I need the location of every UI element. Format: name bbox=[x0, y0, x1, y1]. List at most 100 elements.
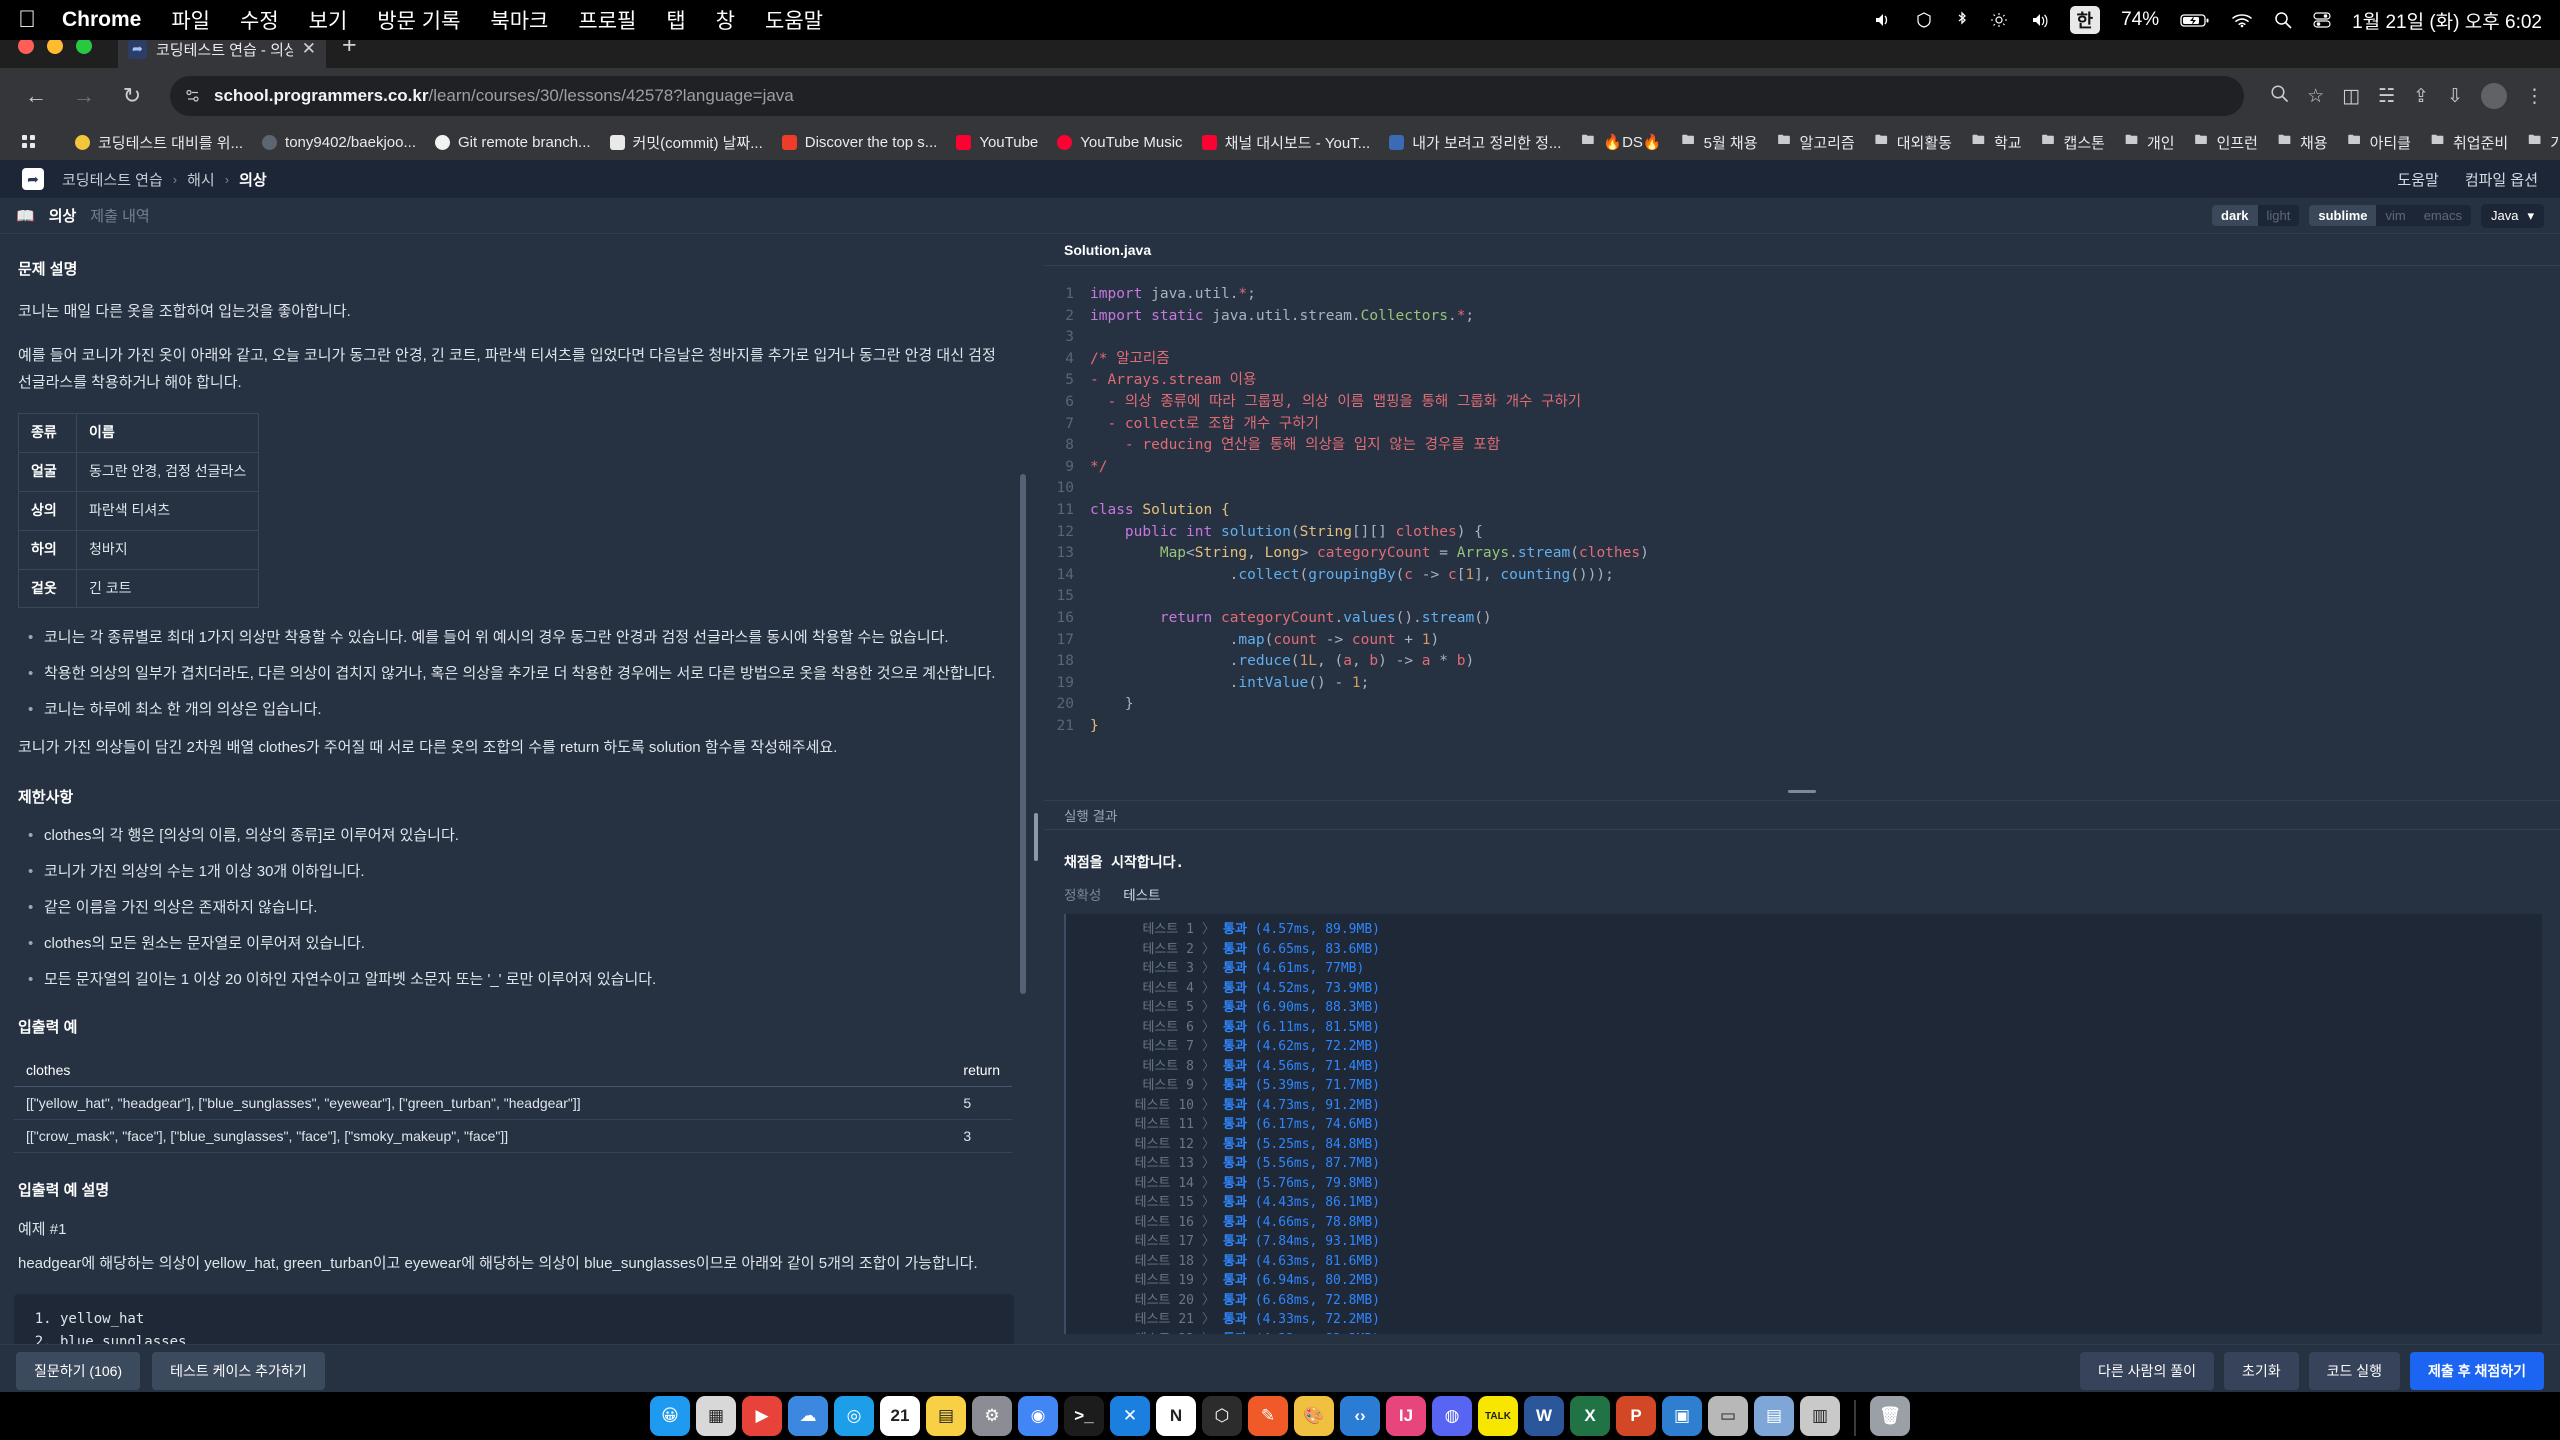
menubar-item-edit[interactable]: 수정 bbox=[240, 5, 279, 35]
omnibox-search-icon[interactable] bbox=[2270, 84, 2289, 109]
downloads-icon[interactable]: ⇩ bbox=[2447, 85, 2463, 108]
bookmark-item[interactable]: 코딩테스트 대비를 위... bbox=[65, 128, 252, 157]
language-select[interactable]: Java ▾ bbox=[2481, 203, 2544, 228]
dock-icon-notion[interactable]: N bbox=[1156, 1396, 1196, 1436]
result-tab-accuracy[interactable]: 정확성 bbox=[1064, 884, 1101, 904]
dock-icon-folder-downloads[interactable]: ▤ bbox=[1754, 1396, 1794, 1436]
breadcrumb-topic[interactable]: 해시 bbox=[187, 169, 215, 190]
tray-volume-icon[interactable] bbox=[2029, 12, 2049, 28]
dock-icon-media-player[interactable]: ▶ bbox=[742, 1396, 782, 1436]
bookmark-item[interactable]: 커밋(commit) 날짜... bbox=[600, 128, 772, 157]
minimize-window-button[interactable] bbox=[47, 38, 63, 54]
keymap-toggle-group[interactable]: sublime vim emacs bbox=[2309, 205, 2471, 226]
tab-problem[interactable]: 의상 bbox=[49, 205, 77, 226]
dock-icon-figma[interactable]: ⬡ bbox=[1202, 1396, 1242, 1436]
result-tab-test[interactable]: 테스트 bbox=[1123, 884, 1160, 904]
add-testcase-button[interactable]: 테스트 케이스 추가하기 bbox=[152, 1351, 325, 1390]
tab-close-icon[interactable]: ✕ bbox=[302, 39, 316, 59]
ime-indicator[interactable]: 한 bbox=[2069, 6, 2101, 34]
tab-submissions[interactable]: 제출 내역 bbox=[90, 205, 149, 226]
dock-icon-paint-app[interactable]: 🎨 bbox=[1294, 1396, 1334, 1436]
dock-icon-browser-safari[interactable]: ◎ bbox=[834, 1396, 874, 1436]
menubar-item-history[interactable]: 방문 기록 bbox=[377, 5, 460, 35]
menubar-item-file[interactable]: 파일 bbox=[171, 5, 210, 35]
bookmark-folder[interactable]: 🖿 아티클 bbox=[2337, 128, 2420, 157]
dock-icon-launchpad[interactable]: ▦ bbox=[696, 1396, 736, 1436]
horizontal-splitter[interactable] bbox=[1044, 782, 2560, 800]
tray-display-icon[interactable] bbox=[1990, 12, 2008, 28]
bookmark-folder[interactable]: 🖿 인프런 bbox=[2184, 128, 2267, 157]
bookmark-folder[interactable]: 🖿 가상 면접 사례로 배... bbox=[2517, 128, 2560, 157]
split-view-icon[interactable]: ◫ bbox=[2342, 85, 2360, 108]
keymap-emacs-option[interactable]: emacs bbox=[2415, 205, 2471, 226]
bookmark-folder[interactable]: 🖿 🔥DS🔥 bbox=[1570, 129, 1670, 155]
dock-icon-word[interactable]: W bbox=[1524, 1396, 1564, 1436]
keymap-sublime-option[interactable]: sublime bbox=[2309, 205, 2377, 226]
dock-icon-intellij[interactable]: IJ bbox=[1386, 1396, 1426, 1436]
bookmark-folder[interactable]: 🖿 취업준비 bbox=[2420, 128, 2517, 157]
dock-icon-trash[interactable]: 🗑 bbox=[1870, 1396, 1910, 1436]
share-icon[interactable]: ⇪ bbox=[2413, 85, 2429, 108]
pane-splitter[interactable] bbox=[1028, 234, 1044, 1440]
left-pane-scrollbar[interactable] bbox=[1020, 234, 1026, 1440]
dock-icon-xcode[interactable]: ✕ bbox=[1110, 1396, 1150, 1436]
menubar-datetime[interactable]: 1월 21일 (화) 오후 6:02 bbox=[2352, 7, 2542, 34]
dock-icon-powerpoint[interactable]: P bbox=[1616, 1396, 1656, 1436]
reset-button[interactable]: 초기화 bbox=[2223, 1351, 2299, 1390]
submit-button[interactable]: 제출 후 채점하기 bbox=[2410, 1351, 2544, 1390]
bookmark-item[interactable]: YouTube bbox=[946, 130, 1047, 155]
theme-dark-option[interactable]: dark bbox=[2212, 205, 2258, 226]
chrome-menu-icon[interactable]: ⋮ bbox=[2525, 85, 2544, 108]
bookmark-folder[interactable]: 🖿 채용 bbox=[2267, 128, 2337, 157]
window-controls[interactable] bbox=[18, 38, 92, 68]
keymap-vim-option[interactable]: vim bbox=[2376, 205, 2414, 226]
dock-icon-finder[interactable]: 😀 bbox=[650, 1396, 690, 1436]
breadcrumb-course[interactable]: 코딩테스트 연습 bbox=[62, 169, 163, 190]
maximize-window-button[interactable] bbox=[76, 38, 92, 54]
bookmark-star-icon[interactable]: ☆ bbox=[2307, 85, 2324, 108]
bookmark-item[interactable]: 채널 대시보드 - YouT... bbox=[1192, 128, 1380, 157]
theme-light-option[interactable]: light bbox=[2258, 205, 2300, 226]
theme-toggle-group[interactable]: dark light bbox=[2212, 205, 2300, 226]
battery-icon[interactable] bbox=[2180, 13, 2210, 28]
menubar-app-name[interactable]: Chrome bbox=[62, 8, 141, 32]
bookmark-folder[interactable]: 🖿 5월 채용 bbox=[1671, 128, 1767, 157]
dock-icon-terminal[interactable]: >_ bbox=[1064, 1396, 1104, 1436]
dock-icon-chrome[interactable]: ◉ bbox=[1018, 1396, 1058, 1436]
run-code-button[interactable]: 코드 실행 bbox=[2308, 1351, 2401, 1390]
dock-icon-design-tool[interactable]: ✎ bbox=[1248, 1396, 1288, 1436]
control-center-icon[interactable] bbox=[2313, 11, 2331, 29]
bookmark-folder[interactable]: 🖿 알고리즘 bbox=[1767, 128, 1864, 157]
dock-icon-vscode[interactable]: ‹› bbox=[1340, 1396, 1380, 1436]
dock-icon-kakaotalk[interactable]: TALK bbox=[1478, 1396, 1518, 1436]
programmers-logo-icon[interactable]: ➦ bbox=[22, 168, 44, 190]
close-window-button[interactable] bbox=[18, 38, 34, 54]
dock-icon-remote-desktop[interactable]: ▣ bbox=[1662, 1396, 1702, 1436]
menubar-item-bookmarks[interactable]: 북마크 bbox=[490, 5, 548, 35]
dock-icon-settings[interactable]: ⚙ bbox=[972, 1396, 1012, 1436]
menubar-item-view[interactable]: 보기 bbox=[309, 5, 348, 35]
dock-icon-notes[interactable]: ▤ bbox=[926, 1396, 966, 1436]
tray-wifi-icon[interactable] bbox=[2231, 12, 2253, 28]
address-bar[interactable]: school.programmers.co.kr/learn/courses/3… bbox=[170, 76, 2245, 116]
extensions-puzzle-icon[interactable]: ☵ bbox=[2378, 85, 2395, 108]
dock-icon-cloud-app[interactable]: ☁ bbox=[788, 1396, 828, 1436]
bookmark-folder[interactable]: 🖿 대외활동 bbox=[1864, 128, 1961, 157]
bookmark-item[interactable]: 내가 보려고 정리한 정... bbox=[1379, 128, 1570, 157]
bookmark-item[interactable]: tony9402/baekjoo... bbox=[252, 130, 425, 155]
reload-button-icon[interactable]: ↻ bbox=[112, 76, 152, 116]
others-solutions-button[interactable]: 다른 사람의 풀이 bbox=[2080, 1351, 2214, 1390]
dock-icon-excel[interactable]: X bbox=[1570, 1396, 1610, 1436]
ask-question-button[interactable]: 질문하기 (106) bbox=[16, 1351, 141, 1390]
profile-avatar[interactable] bbox=[2481, 83, 2507, 109]
bookmark-folder[interactable]: 🖿 개인 bbox=[2114, 128, 2184, 157]
menubar-item-help[interactable]: 도움말 bbox=[765, 5, 823, 35]
dock-icon-discord[interactable]: ◍ bbox=[1432, 1396, 1472, 1436]
menubar-item-window[interactable]: 창 bbox=[716, 5, 735, 35]
bookmark-item[interactable]: Git remote branch... bbox=[425, 130, 600, 155]
compile-options-link[interactable]: 컴파일 옵션 bbox=[2465, 169, 2538, 190]
dock-icon-files-window[interactable]: ▭ bbox=[1708, 1396, 1748, 1436]
tray-bluetooth-icon[interactable] bbox=[1955, 11, 1969, 29]
forward-button-icon[interactable]: → bbox=[64, 76, 104, 116]
bookmark-folder[interactable]: 🖿 학교 bbox=[1961, 128, 2031, 157]
